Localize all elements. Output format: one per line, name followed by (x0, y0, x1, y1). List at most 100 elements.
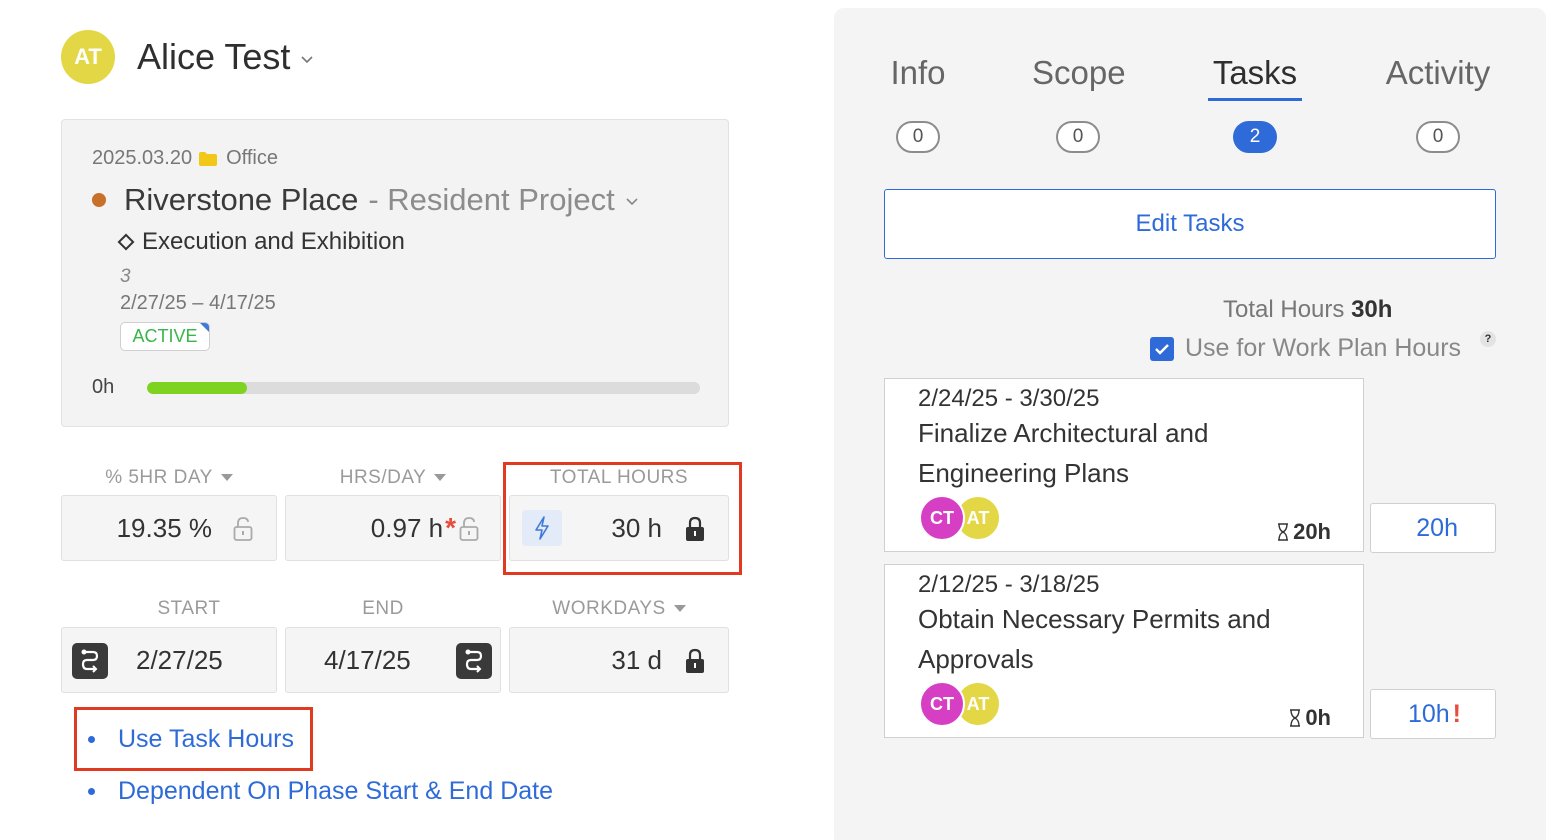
total-hours-label: TOTAL HOURS (549, 467, 689, 488)
use-work-plan-checkbox[interactable] (1150, 336, 1174, 361)
task-estimate-value: 20h (1293, 519, 1331, 544)
phase-dates: 2/27/25 – 4/17/25 (120, 292, 276, 314)
start-label: START (157, 598, 221, 619)
task-name[interactable]: Finalize Architectural and Engineering P… (918, 413, 1338, 493)
task-hours-value: 10h (1407, 699, 1450, 728)
pct-day-label[interactable]: % 5HR DAY (61, 467, 277, 489)
tab-activity-label: Activity (1385, 54, 1491, 91)
pct-day-label-text: % 5HR DAY (105, 467, 213, 488)
phase-row: Execution and Exhibition (117, 228, 405, 256)
task-dates: 2/24/25 - 3/30/25 (918, 385, 1100, 412)
unlock-icon[interactable] (458, 516, 480, 542)
phase-name: Execution and Exhibition (142, 228, 405, 255)
task-hours-input[interactable]: 20h (1370, 503, 1496, 553)
status-badge[interactable]: ACTIVE (120, 322, 210, 351)
tab-info-label: Info (890, 54, 946, 91)
start-date-value[interactable]: 2/27/25 (136, 645, 223, 676)
total-hours-field[interactable]: 30 h (509, 495, 729, 561)
hrs-day-label[interactable]: HRS/DAY (285, 467, 501, 489)
use-work-plan-label: Use for Work Plan Hours (1185, 334, 1462, 362)
caret-down-icon (434, 474, 447, 482)
tab-info-count: 0 (896, 121, 940, 153)
dependency-link-icon[interactable] (72, 643, 108, 679)
task-hours-warning: ! (1452, 699, 1461, 728)
chevron-down-icon[interactable] (625, 194, 639, 210)
progress-fill (147, 382, 247, 394)
unlock-icon[interactable] (232, 516, 254, 542)
task-card[interactable]: 2/12/25 - 3/18/25 Obtain Necessary Permi… (884, 564, 1364, 738)
avatar[interactable]: CT (919, 681, 965, 727)
option-links: Use Task Hours Dependent On Phase Start … (88, 720, 553, 824)
folder-icon (198, 151, 218, 167)
task-assignees: CT AT (919, 681, 1001, 727)
edit-tasks-button[interactable]: Edit Tasks (884, 189, 1496, 259)
workdays-label-text: WORKDAYS (552, 598, 666, 619)
lightning-icon[interactable] (522, 510, 562, 546)
hrs-day-value-wrap[interactable]: 0.97 h * (371, 512, 456, 544)
tab-tasks-label: Tasks (1212, 54, 1298, 91)
workdays-value[interactable]: 31 d (611, 645, 662, 676)
task-estimate: 0h (1289, 705, 1331, 731)
tab-scope-label: Scope (1032, 54, 1126, 91)
required-asterisk: * (445, 512, 456, 543)
end-label: END (362, 598, 404, 619)
caret-down-icon (673, 605, 686, 613)
user-avatar: AT (61, 30, 115, 84)
dependency-link-icon[interactable] (456, 643, 492, 679)
total-hours-summary-label: Total Hours (1223, 296, 1345, 323)
end-date-field[interactable]: 4/17/25 (285, 627, 501, 693)
project-date: 2025.03.20 (92, 147, 193, 169)
task-dates: 2/12/25 - 3/18/25 (918, 571, 1100, 598)
project-status-dot (92, 193, 106, 207)
lock-icon[interactable] (684, 516, 706, 542)
end-date-value[interactable]: 4/17/25 (324, 645, 411, 676)
caret-down-icon (220, 474, 233, 482)
avatar[interactable]: CT (919, 495, 965, 541)
task-name[interactable]: Obtain Necessary Permits and Approvals (918, 599, 1338, 679)
hourglass-icon (1278, 523, 1289, 541)
project-folder: Office (226, 147, 278, 169)
task-assignees: CT AT (919, 495, 1001, 541)
tab-activity-count: 0 (1416, 121, 1460, 153)
project-title-row[interactable]: Riverstone Place - Resident Project (92, 182, 639, 218)
chevron-down-icon[interactable] (300, 52, 314, 68)
progress-bar (147, 382, 700, 394)
user-name[interactable]: Alice Test (137, 36, 290, 78)
pct-day-value[interactable]: 19.35 % (117, 513, 212, 544)
detail-panel: Info Scope Tasks Activity 0 0 2 0 Edit T… (834, 8, 1546, 840)
start-date-field[interactable]: 2/27/25 (61, 627, 277, 693)
task-hours-value: 20h (1416, 513, 1458, 542)
tab-scope-count: 0 (1056, 121, 1100, 153)
workdays-label[interactable]: WORKDAYS (509, 598, 729, 620)
pct-day-field[interactable]: 19.35 % (61, 495, 277, 561)
task-estimate-value: 0h (1305, 705, 1331, 730)
use-work-plan-row[interactable]: Use for Work Plan Hours (1150, 334, 1461, 363)
task-hours-input[interactable]: 10h ! (1370, 689, 1496, 739)
status-badge-label: ACTIVE (132, 326, 198, 346)
diamond-icon (117, 233, 135, 251)
dependent-on-phase-link[interactable]: Dependent On Phase Start & End Date (88, 772, 553, 824)
project-meta: 2025.03.20 Office (92, 147, 278, 170)
total-hours-value[interactable]: 30 h (611, 513, 662, 544)
user-header[interactable]: AT Alice Test (61, 30, 314, 84)
help-icon[interactable]: ? (1480, 331, 1496, 347)
total-hours-summary: Total Hours 30h (1223, 296, 1392, 324)
hrs-day-field[interactable]: 0.97 h * (285, 495, 501, 561)
task-card[interactable]: 2/24/25 - 3/30/25 Finalize Architectural… (884, 378, 1364, 552)
project-name[interactable]: Riverstone Place (124, 182, 358, 218)
checkmark-icon (1155, 343, 1169, 355)
hourglass-icon (1290, 709, 1301, 727)
badge-corner-icon (200, 323, 209, 332)
progress-label: 0h (92, 376, 115, 398)
hrs-day-value: 0.97 h (370, 512, 444, 543)
tab-tasks[interactable]: Tasks (1208, 54, 1302, 101)
project-card: 2025.03.20 Office Riverstone Place - Res… (61, 119, 729, 427)
phase-number: 3 (120, 266, 131, 287)
tab-activity[interactable]: Activity (1382, 54, 1494, 92)
task-estimate: 20h (1277, 519, 1331, 545)
use-task-hours-link[interactable]: Use Task Hours (88, 720, 553, 772)
lock-icon[interactable] (684, 648, 706, 674)
workdays-field[interactable]: 31 d (509, 627, 729, 693)
tab-info[interactable]: Info (886, 54, 950, 92)
tab-scope[interactable]: Scope (1032, 54, 1126, 92)
